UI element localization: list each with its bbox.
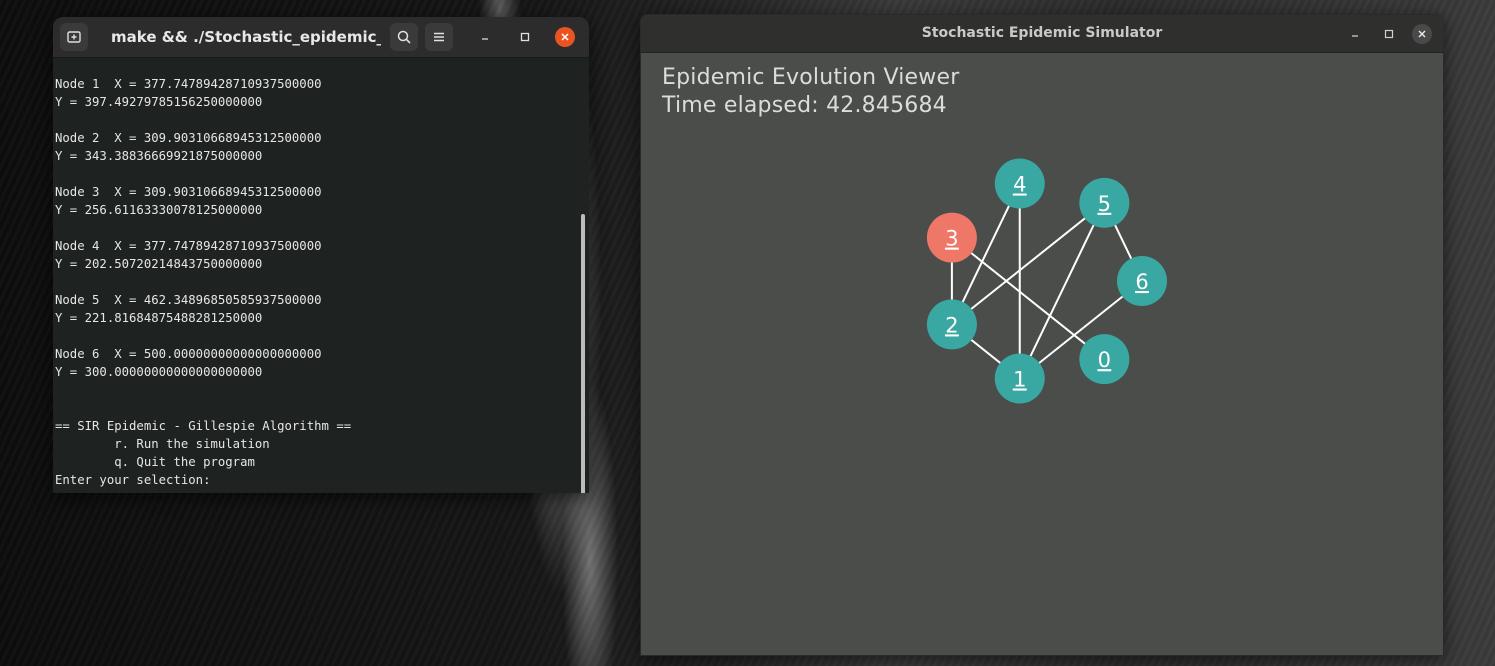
edge-3-0 (951, 236, 1105, 360)
close-icon (561, 33, 569, 41)
node-2: 2 (926, 299, 977, 350)
new-tab-button[interactable] (60, 23, 88, 51)
simulator-window[interactable]: Stochastic Epidemic Simulator Epidemic E… (640, 14, 1444, 656)
node-label-2: 2 (945, 313, 958, 337)
node-label-6: 6 (1135, 270, 1148, 294)
node-3: 3 (926, 212, 977, 263)
edge-2-5 (951, 202, 1105, 326)
epidemic-network-graph: 0 1 2 3 4 5 6 (926, 158, 1167, 404)
terminal-title: make && ./Stochastic_epidemic_si... (111, 28, 381, 46)
terminal-line: Y = 397.49279785156250000000 (55, 95, 263, 109)
node-5: 5 (1079, 177, 1130, 228)
terminal-line: q. Quit the program (55, 455, 255, 469)
new-tab-icon (67, 31, 81, 43)
node-4: 4 (994, 158, 1045, 209)
hamburger-menu-icon (434, 32, 444, 42)
terminal-line: Node 3 X = 309.90310668945312500000 (55, 185, 322, 199)
terminal-line: Y = 256.61163330078125000000 (55, 203, 263, 217)
node-label-4: 4 (1013, 173, 1026, 197)
terminal-line: Node 2 X = 309.90310668945312500000 (55, 131, 322, 145)
minimize-icon (482, 38, 488, 40)
terminal-output[interactable]: Node 1 X = 377.74789428710937500000 Y = 3… (55, 75, 577, 493)
terminal-line: Node 5 X = 462.34896850585937500000 (55, 293, 322, 307)
terminal-scrollbar[interactable] (581, 214, 585, 493)
terminal-line: r. Run the simulation (55, 437, 270, 451)
node-0: 0 (1079, 334, 1130, 385)
close-button[interactable] (555, 27, 575, 47)
terminal-line: Y = 343.38836669921875000000 (55, 149, 263, 163)
node-6: 6 (1117, 256, 1167, 306)
terminal-line: Node 1 X = 377.74789428710937500000 (55, 77, 322, 91)
maximize-icon (520, 32, 530, 42)
terminal-window[interactable]: make && ./Stochastic_epidemic_si... (53, 17, 589, 493)
terminal-header-bar: make && ./Stochastic_epidemic_si... (53, 17, 589, 58)
terminal-line: Y = 202.50720214843750000000 (55, 257, 263, 271)
terminal-line: Node 4 X = 377.74789428710937500000 (55, 239, 322, 253)
search-icon (397, 30, 411, 44)
maximize-button[interactable] (515, 27, 535, 47)
node-1: 1 (994, 353, 1045, 404)
node-label-0: 0 (1098, 348, 1111, 372)
terminal-line: Y = 300.00000000000000000000 (55, 365, 263, 379)
terminal-line: Y = 221.81684875488281250000 (55, 311, 263, 325)
node-label-3: 3 (945, 227, 958, 251)
node-label-1: 1 (1013, 367, 1026, 391)
menu-button[interactable] (425, 23, 453, 51)
minimize-button[interactable] (475, 27, 495, 47)
terminal-line: Node 6 X = 500.00000000000000000000 (55, 347, 322, 361)
terminal-line: == SIR Epidemic - Gillespie Algorithm == (55, 419, 352, 433)
terminal-line: Enter your selection: (55, 473, 211, 487)
search-button[interactable] (390, 23, 418, 51)
node-label-5: 5 (1098, 192, 1111, 216)
